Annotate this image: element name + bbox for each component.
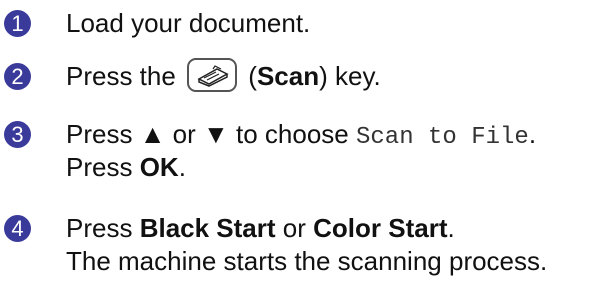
- step-2-paren-close: ): [319, 61, 328, 91]
- step-number-3: 3: [4, 121, 31, 148]
- black-start-label: Black Start: [139, 213, 276, 243]
- down-arrow-icon: ▼: [203, 119, 229, 149]
- step-3-or: or: [172, 119, 196, 149]
- color-start-label: Color Start: [313, 213, 448, 243]
- step-2-text: Press the (Scan) key.: [66, 58, 381, 93]
- step-3-pre: Press: [66, 119, 133, 149]
- step-number-2: 2: [4, 63, 31, 90]
- step-4-line-1: Press Black Start or Color Start.: [66, 213, 455, 243]
- step-4-pre: Press: [66, 213, 133, 243]
- step-3-mid: to choose: [236, 119, 349, 149]
- step-2-paren-open: (: [248, 61, 257, 91]
- step-2-pre: Press the: [66, 61, 176, 91]
- step-4-line-2: The machine starts the scanning process.: [66, 246, 548, 276]
- step-3-line-1: Press ▲ or ▼ to choose Scan to File.: [66, 119, 536, 153]
- step-3-line2-end: .: [178, 152, 186, 182]
- step-3-line-2: Press OK.: [66, 152, 186, 182]
- scan-key-label: Scan: [256, 61, 320, 91]
- step-3-line2-pre: Press: [66, 152, 133, 182]
- up-arrow-icon: ▲: [139, 119, 166, 149]
- step-number-1: 1: [4, 10, 31, 37]
- step-3-end: .: [528, 119, 537, 149]
- step-1-text: Load your document.: [66, 8, 311, 38]
- step-4-end: .: [447, 213, 455, 243]
- step-2-post: key.: [335, 61, 381, 91]
- ok-key-label: OK: [139, 152, 179, 182]
- menu-option-code: Scan to File: [355, 124, 529, 151]
- scanner-icon: [187, 58, 238, 93]
- step-4-or: or: [282, 213, 306, 243]
- step-number-4: 4: [4, 215, 31, 242]
